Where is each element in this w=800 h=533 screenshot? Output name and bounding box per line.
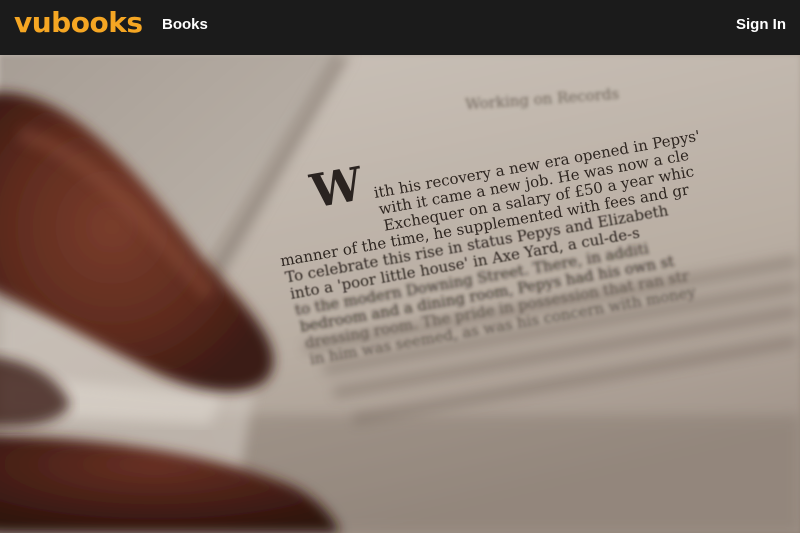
sign-in-link[interactable]: Sign In [736, 16, 786, 33]
open-book-photo-icon: Working on Records ith his recovery a ne… [0, 55, 800, 533]
site-logo[interactable]: vubooks [14, 6, 143, 39]
hero-book-photo: Working on Records ith his recovery a ne… [0, 55, 800, 533]
drop-cap: W [305, 156, 368, 219]
top-navbar: vubooks Books Sign In [0, 0, 800, 55]
nav-books-link[interactable]: Books [162, 16, 208, 33]
